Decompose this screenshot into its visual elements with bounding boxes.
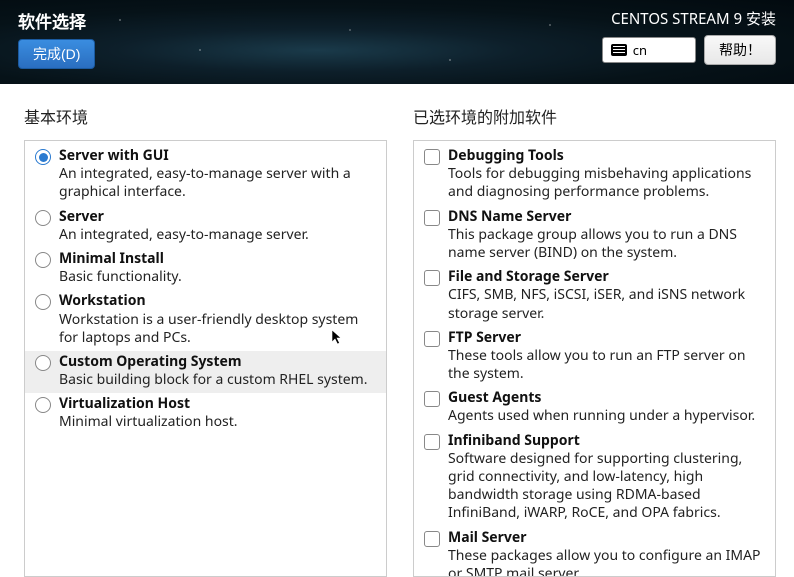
base-env-option[interactable]: Minimal InstallBasic functionality.	[25, 248, 386, 290]
page-title: 软件选择	[18, 8, 95, 33]
addon-option[interactable]: Mail ServerThese packages allow you to c…	[414, 527, 775, 577]
option-text: DNS Name ServerThis package group allows…	[448, 208, 765, 263]
radio-button[interactable]	[35, 210, 51, 226]
option-text: FTP ServerThese tools allow you to run a…	[448, 329, 765, 384]
checkbox[interactable]	[424, 210, 440, 226]
done-button[interactable]: 完成(D)	[18, 39, 95, 69]
radio-button[interactable]	[35, 252, 51, 268]
option-label: Mail Server	[448, 529, 765, 547]
addon-option[interactable]: FTP ServerThese tools allow you to run a…	[414, 327, 775, 388]
option-text: Guest AgentsAgents used when running und…	[448, 389, 765, 425]
addon-option[interactable]: Infiniband SupportSoftware designed for …	[414, 430, 775, 527]
checkbox[interactable]	[424, 270, 440, 286]
base-env-option[interactable]: WorkstationWorkstation is a user-friendl…	[25, 290, 386, 351]
option-label: Server with GUI	[59, 147, 376, 165]
option-description: Software designed for supporting cluster…	[448, 450, 765, 523]
option-description: Tools for debugging misbehaving applicat…	[448, 165, 765, 201]
base-environment-column: 基本环境 Server with GUIAn integrated, easy-…	[24, 104, 387, 577]
base-environment-title: 基本环境	[24, 104, 387, 128]
option-description: This package group allows you to run a D…	[448, 226, 765, 262]
keyboard-icon	[611, 44, 627, 56]
addon-option[interactable]: Guest AgentsAgents used when running und…	[414, 387, 775, 429]
checkbox[interactable]	[424, 149, 440, 165]
option-text: File and Storage ServerCIFS, SMB, NFS, i…	[448, 268, 765, 323]
option-label: DNS Name Server	[448, 208, 765, 226]
checkbox[interactable]	[424, 434, 440, 450]
keyboard-layout-label: cn	[633, 41, 647, 59]
base-environment-list[interactable]: Server with GUIAn integrated, easy-to-ma…	[24, 140, 387, 577]
option-text: Minimal InstallBasic functionality.	[59, 250, 376, 286]
option-text: Virtualization HostMinimal virtualizatio…	[59, 395, 376, 431]
checkbox[interactable]	[424, 391, 440, 407]
option-description: CIFS, SMB, NFS, iSCSI, iSER, and iSNS ne…	[448, 286, 765, 322]
option-label: Virtualization Host	[59, 395, 376, 413]
header-left: 软件选择 完成(D)	[18, 8, 95, 84]
content-area: 基本环境 Server with GUIAn integrated, easy-…	[0, 84, 794, 577]
option-description: An integrated, easy-to-manage server wit…	[59, 165, 376, 201]
base-env-option[interactable]: Server with GUIAn integrated, easy-to-ma…	[25, 145, 386, 206]
addon-option[interactable]: Debugging ToolsTools for debugging misbe…	[414, 145, 775, 206]
option-description: An integrated, easy-to-manage server.	[59, 226, 376, 244]
option-label: Debugging Tools	[448, 147, 765, 165]
base-env-option[interactable]: Virtualization HostMinimal virtualizatio…	[25, 393, 386, 435]
option-text: Server with GUIAn integrated, easy-to-ma…	[59, 147, 376, 202]
addon-software-title: 已选环境的附加软件	[413, 104, 776, 128]
option-description: Agents used when running under a hypervi…	[448, 407, 765, 425]
option-label: Custom Operating System	[59, 353, 376, 371]
keyboard-layout-selector[interactable]: cn	[602, 37, 696, 63]
radio-button[interactable]	[35, 149, 51, 165]
option-text: Mail ServerThese packages allow you to c…	[448, 529, 765, 577]
addon-option[interactable]: DNS Name ServerThis package group allows…	[414, 206, 775, 267]
option-label: File and Storage Server	[448, 268, 765, 286]
option-text: Debugging ToolsTools for debugging misbe…	[448, 147, 765, 202]
header-right: CENTOS STREAM 9 安装 cn 帮助！	[602, 8, 776, 84]
option-label: Server	[59, 208, 376, 226]
option-description: Minimal virtualization host.	[59, 413, 376, 431]
option-label: Workstation	[59, 292, 376, 310]
addon-software-column: 已选环境的附加软件 Debugging ToolsTools for debug…	[413, 104, 776, 577]
addon-option[interactable]: File and Storage ServerCIFS, SMB, NFS, i…	[414, 266, 775, 327]
base-env-option[interactable]: ServerAn integrated, easy-to-manage serv…	[25, 206, 386, 248]
option-text: WorkstationWorkstation is a user-friendl…	[59, 292, 376, 347]
option-description: These tools allow you to run an FTP serv…	[448, 347, 765, 383]
option-description: Basic functionality.	[59, 268, 376, 286]
option-label: Infiniband Support	[448, 432, 765, 450]
installer-title: CENTOS STREAM 9 安装	[611, 8, 776, 29]
option-description: Workstation is a user-friendly desktop s…	[59, 311, 376, 347]
base-env-option[interactable]: Custom Operating SystemBasic building bl…	[25, 351, 386, 393]
option-label: FTP Server	[448, 329, 765, 347]
help-button[interactable]: 帮助！	[704, 35, 776, 65]
header-controls: cn 帮助！	[602, 35, 776, 65]
radio-button[interactable]	[35, 355, 51, 371]
radio-button[interactable]	[35, 294, 51, 310]
option-description: These packages allow you to configure an…	[448, 547, 765, 577]
checkbox[interactable]	[424, 331, 440, 347]
radio-button[interactable]	[35, 397, 51, 413]
addon-software-list[interactable]: Debugging ToolsTools for debugging misbe…	[413, 140, 776, 577]
installer-header: 软件选择 完成(D) CENTOS STREAM 9 安装 cn 帮助！	[0, 0, 794, 84]
option-description: Basic building block for a custom RHEL s…	[59, 371, 376, 389]
option-text: ServerAn integrated, easy-to-manage serv…	[59, 208, 376, 244]
option-label: Guest Agents	[448, 389, 765, 407]
option-text: Infiniband SupportSoftware designed for …	[448, 432, 765, 523]
option-text: Custom Operating SystemBasic building bl…	[59, 353, 376, 389]
checkbox[interactable]	[424, 531, 440, 547]
option-label: Minimal Install	[59, 250, 376, 268]
